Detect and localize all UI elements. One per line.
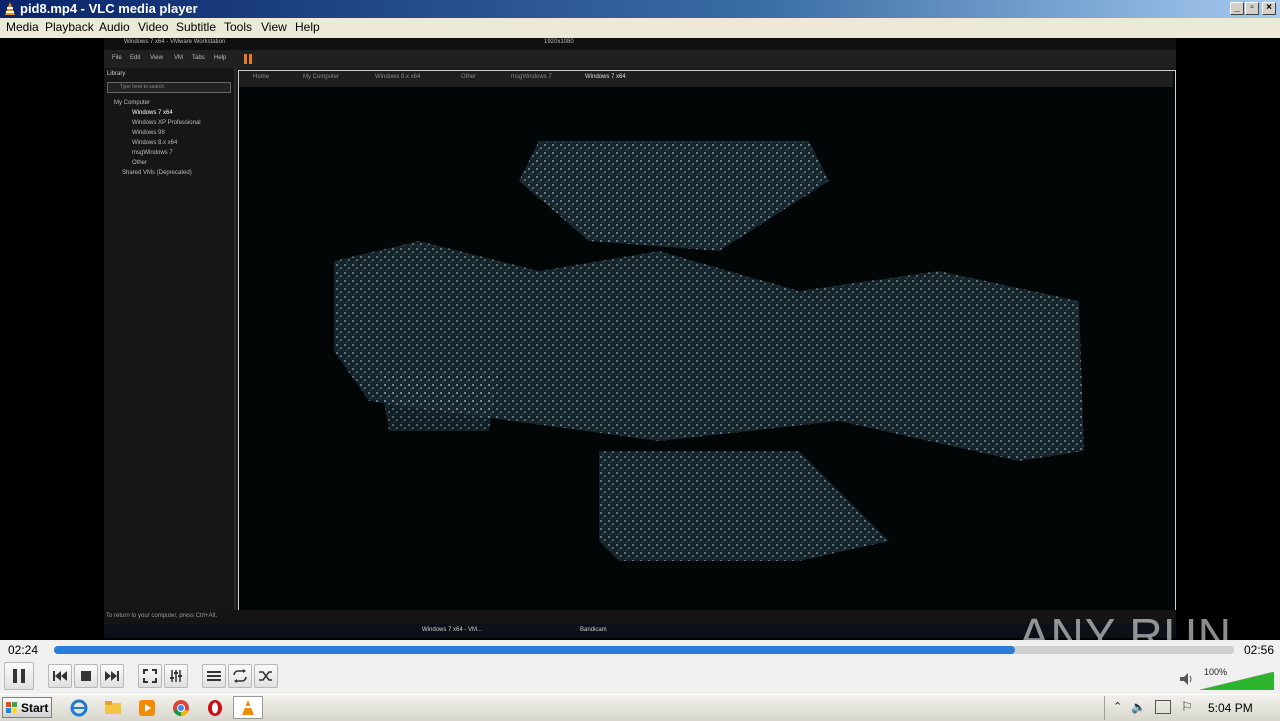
restore-button[interactable]: ▫ [1245,2,1259,15]
vlc-taskbar-icon [242,700,254,715]
tree-item: Shared VMs (Deprecated) [122,170,192,176]
vmware-menu-edit: Edit [130,55,141,61]
shuffle-button[interactable] [254,664,278,688]
menu-view[interactable]: View [261,20,287,34]
menu-help[interactable]: Help [295,20,320,34]
tree-item: Windows 7 x64 [132,110,173,116]
vlc-cone-icon [5,2,15,15]
vlc-taskbar-button[interactable] [233,696,263,719]
opera-icon[interactable] [206,699,224,717]
video-area[interactable]: Windows 7 x64 - VMware Workstation 1920x… [0,38,1280,661]
library-search: Type here to search [107,82,231,93]
fullscreen-button[interactable] [138,664,162,688]
media-player-icon[interactable] [138,699,156,717]
menu-playback[interactable]: Playback [45,20,94,34]
vmware-menu-file: File [112,55,122,61]
action-center-flag-icon[interactable]: ⚐ [1181,699,1193,715]
playback-controls: 100% [0,660,1280,694]
pause-button[interactable] [4,662,34,690]
tree-item: Windows 8.x x64 [132,140,178,146]
previous-icon [53,671,67,681]
library-tree: My Computer Windows 7 x64 Windows XP Pro… [114,98,201,178]
internet-explorer-icon[interactable] [70,699,88,717]
menu-subtitle[interactable]: Subtitle [176,20,216,34]
previous-button[interactable] [48,664,72,688]
vmware-status-bar: To return to your computer, press Ctrl+A… [104,610,1176,624]
window-title-bar: pid8.mp4 - VLC media player _ ▫ × [0,0,1280,18]
window-title: pid8.mp4 - VLC media player [20,1,198,16]
tree-item: My Computer [114,100,151,106]
vmware-library: Library Type here to search My Computer … [104,68,236,610]
volume-tray-icon[interactable]: 🔈 [1131,700,1146,714]
guest-task-vmware: Windows 7 x64 - VM... [422,627,483,633]
clock[interactable]: 5:04 PM [1208,701,1253,715]
tree-item: Windows 98 [132,130,165,136]
vmware-menu: File Edit View VM Tabs Help [104,50,1176,68]
vmware-title-bar: Windows 7 x64 - VMware Workstation 1920x… [104,38,1176,50]
loop-button[interactable] [228,664,252,688]
show-hidden-icons-icon[interactable]: ⌃ [1113,700,1122,713]
minimize-button[interactable]: _ [1230,2,1244,15]
windows-taskbar: Start ⌃ 🔈 ⚐ 5:04 PM [0,694,1280,721]
playlist-button[interactable] [202,664,226,688]
tree-item: Windows XP Professional [132,120,201,126]
next-icon [105,671,119,681]
extended-settings-button[interactable] [164,664,188,688]
fullscreen-icon [143,669,157,683]
tree-item: Other [132,160,148,166]
vm-screen-fractal: Home My Computer Windows 8.x x64 Other m… [238,70,1176,612]
menu-media[interactable]: Media [6,20,39,34]
system-tray: ⌃ 🔈 ⚐ [1104,696,1280,720]
vmware-resolution: 1920x1080 [544,39,574,45]
network-tray-icon[interactable] [1155,700,1171,714]
total-time: 02:56 [1244,643,1275,657]
chrome-icon[interactable] [172,699,190,717]
vmware-status-text: To return to your computer, press Ctrl+A… [106,613,218,619]
elapsed-time: 02:24 [8,643,39,657]
vmware-menu-vm: VM [174,55,183,61]
vmware-menu-tabs: Tabs [192,55,205,61]
vmware-pause-icon [244,54,247,64]
library-label: Library [107,71,126,77]
folder-icon[interactable] [104,699,122,717]
pause-icon [13,669,25,683]
guest-task-bandicam: Bandicam [580,627,607,633]
start-label: Start [21,701,49,715]
menu-video[interactable]: Video [138,20,168,34]
menu-audio[interactable]: Audio [99,20,130,34]
vmware-menu-view: View [150,55,163,61]
video-frame-vmware: Windows 7 x64 - VMware Workstation 1920x… [104,38,1176,638]
volume-slider[interactable] [1200,672,1274,690]
shuffle-icon [259,671,272,681]
fractal-image [334,141,1084,561]
next-button[interactable] [100,664,124,688]
playlist-icon [207,671,221,681]
seek-progress-fill [54,646,1015,654]
stop-button[interactable] [74,664,98,688]
speaker-icon[interactable] [1180,673,1194,685]
guest-taskbar: Windows 7 x64 - VM... Bandicam [104,624,1176,638]
vmware-title: Windows 7 x64 - VMware Workstation [124,39,226,45]
tree-item: msgWindows 7 [132,150,173,156]
menu-bar: Media Playback Audio Video Subtitle Tool… [0,18,1280,39]
start-button[interactable]: Start [2,697,52,718]
stop-icon [81,671,91,681]
vmware-pause-icon-bar [249,54,252,64]
vmware-menu-help: Help [214,55,227,61]
loop-icon [233,669,247,683]
seek-slider[interactable] [54,646,1234,654]
close-button[interactable]: × [1262,2,1276,15]
extended-settings-icon [170,670,182,682]
menu-tools[interactable]: Tools [224,20,252,34]
windows-logo-icon [6,702,17,713]
